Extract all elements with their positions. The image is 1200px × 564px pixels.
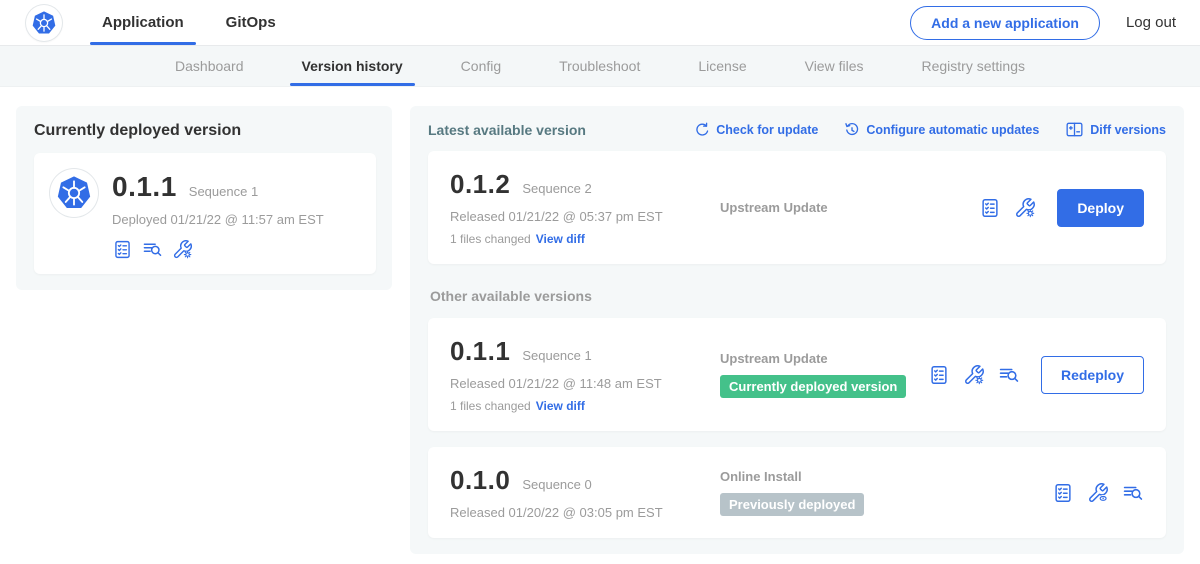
deployed-version-card: 0.1.1 Sequence 1 Deployed 01/21/22 @ 11:… (34, 153, 376, 274)
version-sequence: Sequence 2 (522, 181, 591, 196)
view-config-icon[interactable] (1087, 482, 1109, 504)
deployed-version-timestamp: Deployed 01/21/22 @ 11:57 am EST (112, 212, 324, 227)
version-released-timestamp: Released 01/21/22 @ 05:37 pm EST (450, 209, 706, 224)
refresh-icon (694, 122, 710, 138)
available-panel-actions: Check for update Configure automatic upd… (694, 121, 1166, 138)
view-logs-icon[interactable] (142, 239, 163, 260)
currently-deployed-panel: Currently deployed version 0.1.1 Sequenc… (16, 106, 392, 290)
tab-gitops[interactable]: GitOps (214, 0, 288, 45)
configure-automatic-updates-link[interactable]: Configure automatic updates (844, 122, 1039, 138)
version-source-label: Upstream Update (720, 351, 928, 366)
available-panel-title: Latest available version (428, 122, 586, 138)
version-released-timestamp: Released 01/21/22 @ 11:48 am EST (450, 376, 706, 391)
tab-dashboard[interactable]: Dashboard (163, 46, 256, 86)
diff-versions-link[interactable]: Diff versions (1065, 121, 1166, 138)
deployed-panel-title: Currently deployed version (34, 122, 376, 140)
add-application-button[interactable]: Add a new application (910, 6, 1100, 40)
tab-application[interactable]: Application (90, 0, 196, 45)
version-source: Upstream Update Currently deployed versi… (706, 351, 928, 398)
version-source: Upstream Update (706, 200, 979, 215)
version-source-label: Upstream Update (720, 200, 979, 215)
version-info: 0.1.2 Sequence 2 Released 01/21/22 @ 05:… (450, 169, 706, 246)
version-source-label: Online Install (720, 469, 1052, 484)
schedule-update-icon (844, 122, 860, 138)
version-info: 0.1.0 Sequence 0 Released 01/20/22 @ 03:… (450, 465, 706, 520)
redeploy-button[interactable]: Redeploy (1041, 356, 1144, 394)
version-card-0-1-2: 0.1.2 Sequence 2 Released 01/21/22 @ 05:… (428, 151, 1166, 264)
files-changed: 1 files changed View diff (450, 232, 706, 246)
version-number: 0.1.0 (450, 465, 510, 496)
tab-version-history[interactable]: Version history (290, 46, 415, 86)
tab-view-files[interactable]: View files (793, 46, 876, 86)
view-diff-link[interactable]: View diff (536, 232, 585, 246)
other-versions-title: Other available versions (430, 288, 1166, 304)
app-header: Application GitOps Add a new application… (0, 0, 1200, 46)
version-info: 0.1.1 Sequence 1 Released 01/21/22 @ 11:… (450, 336, 706, 413)
tab-config[interactable]: Config (449, 46, 513, 86)
version-card-0-1-1: 0.1.1 Sequence 1 Released 01/21/22 @ 11:… (428, 318, 1166, 431)
deployed-version-number: 0.1.1 (112, 171, 177, 203)
version-number: 0.1.1 (450, 336, 510, 367)
deployed-version-actions (112, 239, 324, 260)
files-changed-label: 1 files changed (450, 399, 531, 413)
release-notes-icon[interactable] (928, 364, 950, 386)
files-changed-label: 1 files changed (450, 232, 531, 246)
deploy-button[interactable]: Deploy (1057, 189, 1144, 227)
release-notes-icon[interactable] (112, 239, 133, 260)
version-card-0-1-0: 0.1.0 Sequence 0 Released 01/20/22 @ 03:… (428, 447, 1166, 538)
files-changed: 1 files changed View diff (450, 399, 706, 413)
check-for-update-link[interactable]: Check for update (694, 122, 818, 138)
edit-config-icon[interactable] (1014, 197, 1036, 219)
version-sequence: Sequence 1 (522, 348, 591, 363)
tab-license[interactable]: License (686, 46, 758, 86)
view-logs-icon[interactable] (998, 364, 1020, 386)
tab-registry-settings[interactable]: Registry settings (910, 46, 1037, 86)
version-actions: Redeploy (928, 356, 1144, 394)
available-versions-panel: Latest available version Check for updat… (410, 106, 1184, 554)
view-diff-link[interactable]: View diff (536, 399, 585, 413)
version-actions: Deploy (979, 189, 1144, 227)
configure-automatic-updates-label: Configure automatic updates (866, 123, 1039, 137)
main-content: Currently deployed version 0.1.1 Sequenc… (0, 87, 1200, 554)
version-actions (1052, 482, 1144, 504)
version-number: 0.1.2 (450, 169, 510, 200)
edit-config-icon[interactable] (963, 364, 985, 386)
currently-deployed-badge: Currently deployed version (720, 375, 906, 398)
diff-versions-label: Diff versions (1090, 123, 1166, 137)
release-notes-icon[interactable] (1052, 482, 1074, 504)
app-subnav: Dashboard Version history Config Trouble… (0, 46, 1200, 87)
kubernetes-logo-icon (26, 5, 62, 41)
tab-troubleshoot[interactable]: Troubleshoot (547, 46, 652, 86)
logout-link[interactable]: Log out (1126, 14, 1176, 31)
version-released-timestamp: Released 01/20/22 @ 03:05 pm EST (450, 505, 706, 520)
diff-versions-icon (1065, 121, 1084, 138)
view-logs-icon[interactable] (1122, 482, 1144, 504)
available-panel-header: Latest available version Check for updat… (428, 121, 1166, 138)
release-notes-icon[interactable] (979, 197, 1001, 219)
header-tabs: Application GitOps (90, 0, 306, 45)
deployed-version-sequence: Sequence 1 (189, 184, 258, 199)
version-sequence: Sequence 0 (522, 477, 591, 492)
version-source: Online Install Previously deployed (706, 469, 1052, 516)
app-kubernetes-logo-icon (50, 169, 98, 217)
check-for-update-label: Check for update (716, 123, 818, 137)
deployed-version-info: 0.1.1 Sequence 1 Deployed 01/21/22 @ 11:… (112, 169, 324, 260)
previously-deployed-badge: Previously deployed (720, 493, 864, 516)
edit-config-icon[interactable] (172, 239, 193, 260)
